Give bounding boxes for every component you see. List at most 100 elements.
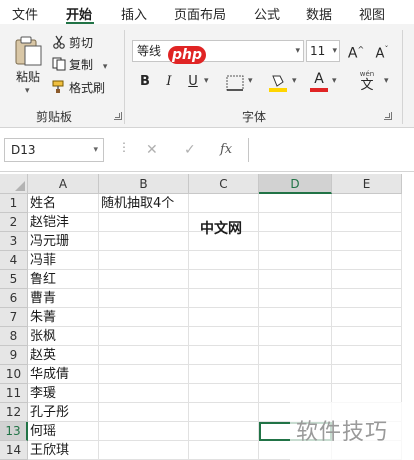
cell-a7[interactable]: 朱菁	[28, 308, 99, 327]
font-color-button[interactable]: A	[310, 70, 328, 92]
shrink-font-button[interactable]: Aˇ	[372, 40, 392, 61]
chevron-down-icon[interactable]: ▾	[25, 86, 30, 96]
tab-file[interactable]: 文件	[12, 4, 38, 23]
cell-a4[interactable]: 冯菲	[28, 251, 99, 270]
row-header[interactable]: 13	[0, 422, 28, 441]
formula-input[interactable]	[248, 138, 414, 162]
cell-d6[interactable]	[259, 289, 332, 308]
copy-button[interactable]: 复制 ▾	[52, 56, 107, 74]
cell-b14[interactable]	[99, 441, 189, 460]
cell-b9[interactable]	[99, 346, 189, 365]
cancel-icon[interactable]: ✕	[146, 138, 158, 162]
row-header[interactable]: 6	[0, 289, 28, 308]
insert-function-button[interactable]: fx	[220, 138, 232, 162]
cell-e3[interactable]	[332, 232, 402, 251]
cell-a6[interactable]: 曹青	[28, 289, 99, 308]
cell-d5[interactable]	[259, 270, 332, 289]
cell-a12[interactable]: 孔子彤	[28, 403, 99, 422]
tab-data[interactable]: 数据	[306, 4, 332, 23]
cell-e1[interactable]	[332, 194, 402, 213]
cell-e2[interactable]	[332, 213, 402, 232]
cell-a11[interactable]: 李瑗	[28, 384, 99, 403]
row-header[interactable]: 3	[0, 232, 28, 251]
cell-a2[interactable]: 赵铠沣	[28, 213, 99, 232]
cell-d11[interactable]	[259, 384, 332, 403]
column-header-b[interactable]: B	[99, 174, 189, 194]
tab-page-layout[interactable]: 页面布局	[174, 4, 226, 23]
cell-c5[interactable]	[189, 270, 259, 289]
row-header[interactable]: 1	[0, 194, 28, 213]
cell-b4[interactable]	[99, 251, 189, 270]
cell-d2[interactable]	[259, 213, 332, 232]
cell-c1[interactable]	[189, 194, 259, 213]
grow-font-button[interactable]: A^	[346, 40, 366, 62]
cell-a13[interactable]: 何瑶	[28, 422, 99, 441]
chevron-down-icon[interactable]: ▾	[204, 76, 209, 86]
cell-b13[interactable]	[99, 422, 189, 441]
phonetic-guide-button[interactable]: wén 文	[352, 70, 382, 94]
cell-c14[interactable]	[189, 441, 259, 460]
cell-e9[interactable]	[332, 346, 402, 365]
more-icon[interactable]: ⋮	[118, 140, 130, 154]
cell-d8[interactable]	[259, 327, 332, 346]
column-header-c[interactable]: C	[189, 174, 259, 194]
cell-c9[interactable]	[189, 346, 259, 365]
cell-a1[interactable]: 姓名	[28, 194, 99, 213]
cell-c12[interactable]	[189, 403, 259, 422]
cell-b11[interactable]	[99, 384, 189, 403]
borders-icon[interactable]	[226, 75, 244, 91]
row-header[interactable]: 12	[0, 403, 28, 422]
cell-c7[interactable]	[189, 308, 259, 327]
cell-d7[interactable]	[259, 308, 332, 327]
column-header-a[interactable]: A	[28, 174, 99, 194]
fill-color-icon[interactable]	[268, 72, 288, 92]
cell-b7[interactable]	[99, 308, 189, 327]
font-name-select[interactable]: 等线 ▾	[132, 40, 304, 62]
chevron-down-icon[interactable]: ▾	[292, 76, 297, 86]
cell-c6[interactable]	[189, 289, 259, 308]
cell-e5[interactable]	[332, 270, 402, 289]
chevron-down-icon[interactable]: ▾	[248, 76, 253, 86]
cell-b3[interactable]	[99, 232, 189, 251]
row-header[interactable]: 5	[0, 270, 28, 289]
tab-home[interactable]: 开始	[66, 4, 92, 23]
chevron-down-icon[interactable]: ▾	[93, 139, 98, 161]
italic-button[interactable]: I	[160, 72, 178, 92]
cell-d1[interactable]	[259, 194, 332, 213]
font-size-select[interactable]: 11 ▾	[306, 40, 340, 62]
cell-c4[interactable]	[189, 251, 259, 270]
row-header[interactable]: 14	[0, 441, 28, 460]
cell-d4[interactable]	[259, 251, 332, 270]
cell-b10[interactable]	[99, 365, 189, 384]
cell-b5[interactable]	[99, 270, 189, 289]
cell-b2[interactable]	[99, 213, 189, 232]
row-header[interactable]: 7	[0, 308, 28, 327]
row-header[interactable]: 8	[0, 327, 28, 346]
font-launcher-icon[interactable]	[384, 112, 392, 120]
cell-a9[interactable]: 赵英	[28, 346, 99, 365]
cell-c10[interactable]	[189, 365, 259, 384]
select-all-button[interactable]	[0, 174, 28, 194]
cell-c8[interactable]	[189, 327, 259, 346]
tab-view[interactable]: 视图	[359, 4, 385, 23]
cut-button[interactable]: 剪切	[52, 34, 93, 52]
bold-button[interactable]: B	[136, 72, 154, 92]
clipboard-launcher-icon[interactable]	[114, 112, 122, 120]
cell-a10[interactable]: 华成倩	[28, 365, 99, 384]
format-painter-button[interactable]: 格式刷	[52, 79, 105, 97]
name-box[interactable]: D13 ▾	[4, 138, 104, 162]
cell-e8[interactable]	[332, 327, 402, 346]
cell-a14[interactable]: 王欣琪	[28, 441, 99, 460]
cell-b1[interactable]: 随机抽取4个	[99, 194, 189, 213]
cell-a3[interactable]: 冯元珊	[28, 232, 99, 251]
column-header-d[interactable]: D	[259, 174, 332, 194]
cell-e6[interactable]	[332, 289, 402, 308]
row-header[interactable]: 11	[0, 384, 28, 403]
cell-d3[interactable]	[259, 232, 332, 251]
cell-b12[interactable]	[99, 403, 189, 422]
cell-a5[interactable]: 鲁红	[28, 270, 99, 289]
tab-formulas[interactable]: 公式	[254, 4, 280, 23]
row-header[interactable]: 10	[0, 365, 28, 384]
cell-b6[interactable]	[99, 289, 189, 308]
row-header[interactable]: 2	[0, 213, 28, 232]
